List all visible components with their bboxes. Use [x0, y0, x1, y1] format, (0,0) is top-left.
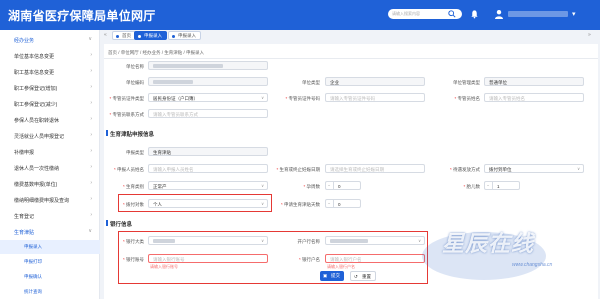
- baby-count-stepper[interactable]: −1: [484, 181, 520, 190]
- applicant-label: * 申报人员姓名: [113, 167, 144, 172]
- allowance-days-stepper[interactable]: −0: [325, 199, 361, 208]
- section-title-birth: 生育津贴申报信息: [110, 132, 155, 138]
- highlight-bank-info: [118, 231, 428, 284]
- allowance-days-label: * 申请生育津贴天数: [280, 202, 320, 207]
- tab-apply-entry-active[interactable]: 申报录入: [134, 31, 167, 40]
- unit-type-field: 企业: [325, 77, 425, 86]
- pregnancy-weeks-label: * 孕周数: [303, 184, 320, 189]
- breadcrumb: 首页 / 单位网厅 / 经办业务 / 生育津贴 / 申报录入: [108, 50, 205, 55]
- id-no-input[interactable]: 请输入专管员证件号码: [325, 93, 425, 102]
- sidebar-item[interactable]: 职工基本信息变更 ›: [0, 64, 100, 80]
- birth-date-label: * 生育或终止妊娠日期: [276, 167, 320, 172]
- baby-count-label: * 胎儿数: [463, 184, 480, 189]
- unit-name-label: 单位名称: [126, 64, 144, 69]
- sidebar-subitem-apply-confirm[interactable]: 申报确认: [0, 270, 100, 284]
- sidebar-subitem-apply-entry[interactable]: 申报录入: [0, 240, 100, 254]
- id-type-label: * 专管员证件类型: [109, 96, 144, 101]
- bell-icon[interactable]: [470, 9, 479, 19]
- pay-mode-select[interactable]: 拨付到单位 ∨: [484, 164, 584, 173]
- section-marker: [106, 220, 108, 226]
- sidebar-item-business[interactable]: 经办业务 ∨: [0, 32, 100, 48]
- sidebar-item[interactable]: 灵活就业人员申报登记 ›: [0, 128, 100, 144]
- unit-type-label: 单位类型: [302, 80, 320, 85]
- sidebar-item[interactable]: 缴费基数申报(单位) ›: [0, 176, 100, 192]
- section-marker: [106, 130, 108, 136]
- watermark-url: www.changsha.cn: [512, 262, 553, 268]
- manager-name-label: * 专管员姓名: [454, 96, 480, 101]
- reset-button[interactable]: ↺ 重置: [350, 271, 376, 281]
- sidebar-item[interactable]: 参保人员在职转退休 ›: [0, 112, 100, 128]
- divider: [104, 58, 598, 59]
- sidebar-item[interactable]: 单位基本信息变更 ›: [0, 48, 100, 64]
- section-title-bank: 银行信息: [110, 222, 133, 228]
- pay-mode-label: * 待遇发放方式: [449, 167, 480, 172]
- unit-code-field: [148, 77, 268, 86]
- unit-mgmt-type-label: 单位管理类型: [453, 80, 480, 85]
- sidebar-item[interactable]: 职工参保登记(增加) ›: [0, 80, 100, 96]
- birth-date-picker[interactable]: 请选择生育或终止妊娠日期: [325, 164, 425, 173]
- sidebar-item[interactable]: 职工参保登记(减少) ›: [0, 96, 100, 112]
- id-type-select[interactable]: 居民身份证（户口簿） ∨: [148, 93, 268, 102]
- sidebar-subitem-apply-print[interactable]: 申报打印: [0, 255, 100, 269]
- birth-category-label: * 生育类别: [122, 184, 144, 189]
- sidebar-item[interactable]: 补缴申报 ›: [0, 144, 100, 160]
- sidebar-item[interactable]: 生育登记 ›: [0, 208, 100, 224]
- manager-name-input[interactable]: 请输入专管员姓名: [484, 93, 584, 102]
- watermark-text: 星辰在线: [442, 231, 535, 256]
- unit-code-label: 单位编码: [126, 80, 144, 85]
- tab-home[interactable]: 首页: [112, 31, 136, 40]
- sidebar-item-birth-allowance[interactable]: 生育津贴 ∨: [0, 224, 100, 240]
- sidebar-item[interactable]: 缴纳明细缴费申报及查询 ›: [0, 192, 100, 208]
- applicant-input[interactable]: 请输入申报人员姓名: [148, 164, 268, 173]
- contact-input[interactable]: 请输入专管员联系方式: [148, 109, 268, 118]
- apply-type-label: 申报类型: [126, 150, 144, 155]
- tab-scroll-left-icon[interactable]: «: [104, 32, 107, 38]
- tab-apply-entry[interactable]: 申报录入: [168, 31, 201, 40]
- user-name-masked: [508, 11, 568, 17]
- apply-type-field: 生育津贴: [148, 147, 268, 156]
- sidebar-subitem-stats-query[interactable]: 统计查询: [0, 285, 100, 299]
- submit-button[interactable]: ▣ 提交: [320, 271, 344, 281]
- pregnancy-weeks-stepper[interactable]: −0: [325, 181, 361, 190]
- app-title: 湖南省医疗保障局单位网厅: [8, 9, 156, 23]
- user-avatar-icon[interactable]: [494, 9, 504, 19]
- tab-scroll-right-icon[interactable]: »: [588, 32, 591, 38]
- search-icon[interactable]: [448, 10, 456, 18]
- highlight-pay-target: [118, 194, 272, 212]
- sidebar: 经办业务 ∨ 单位基本信息变更 › 职工基本信息变更 › 职工参保登记(增加) › 职工…: [0, 30, 100, 299]
- unit-mgmt-type-field: 普通单位: [484, 77, 584, 86]
- id-no-label: * 专管员证件号码: [285, 96, 320, 101]
- user-menu-chevron-icon[interactable]: ▾: [572, 10, 576, 18]
- sidebar-item[interactable]: 退休人员一次性缴纳 ›: [0, 160, 100, 176]
- birth-category-select[interactable]: 正常产 ∨: [148, 181, 268, 190]
- contact-label: * 专管员联系方式: [109, 112, 144, 117]
- unit-name-field: [148, 61, 268, 70]
- tab-bar: « 首页 申报录入 申报录入 »: [102, 30, 600, 42]
